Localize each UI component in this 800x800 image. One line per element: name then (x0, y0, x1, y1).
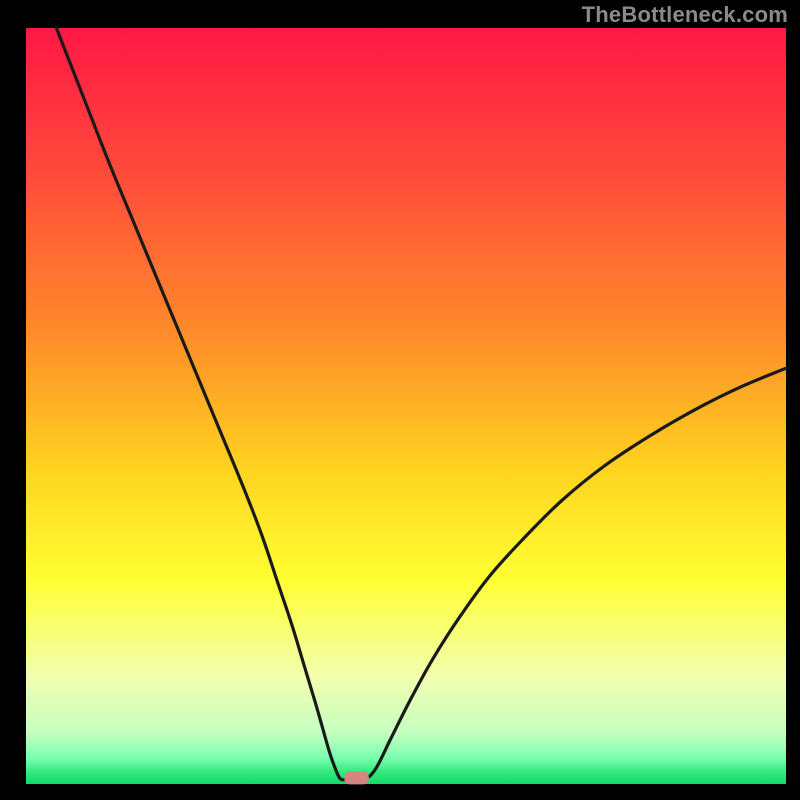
optimum-marker (344, 772, 368, 785)
plot-background (26, 28, 786, 784)
bottleneck-chart (0, 0, 800, 800)
chart-frame: { "watermark": "TheBottleneck.com", "cha… (0, 0, 800, 800)
watermark: TheBottleneck.com (582, 2, 788, 28)
